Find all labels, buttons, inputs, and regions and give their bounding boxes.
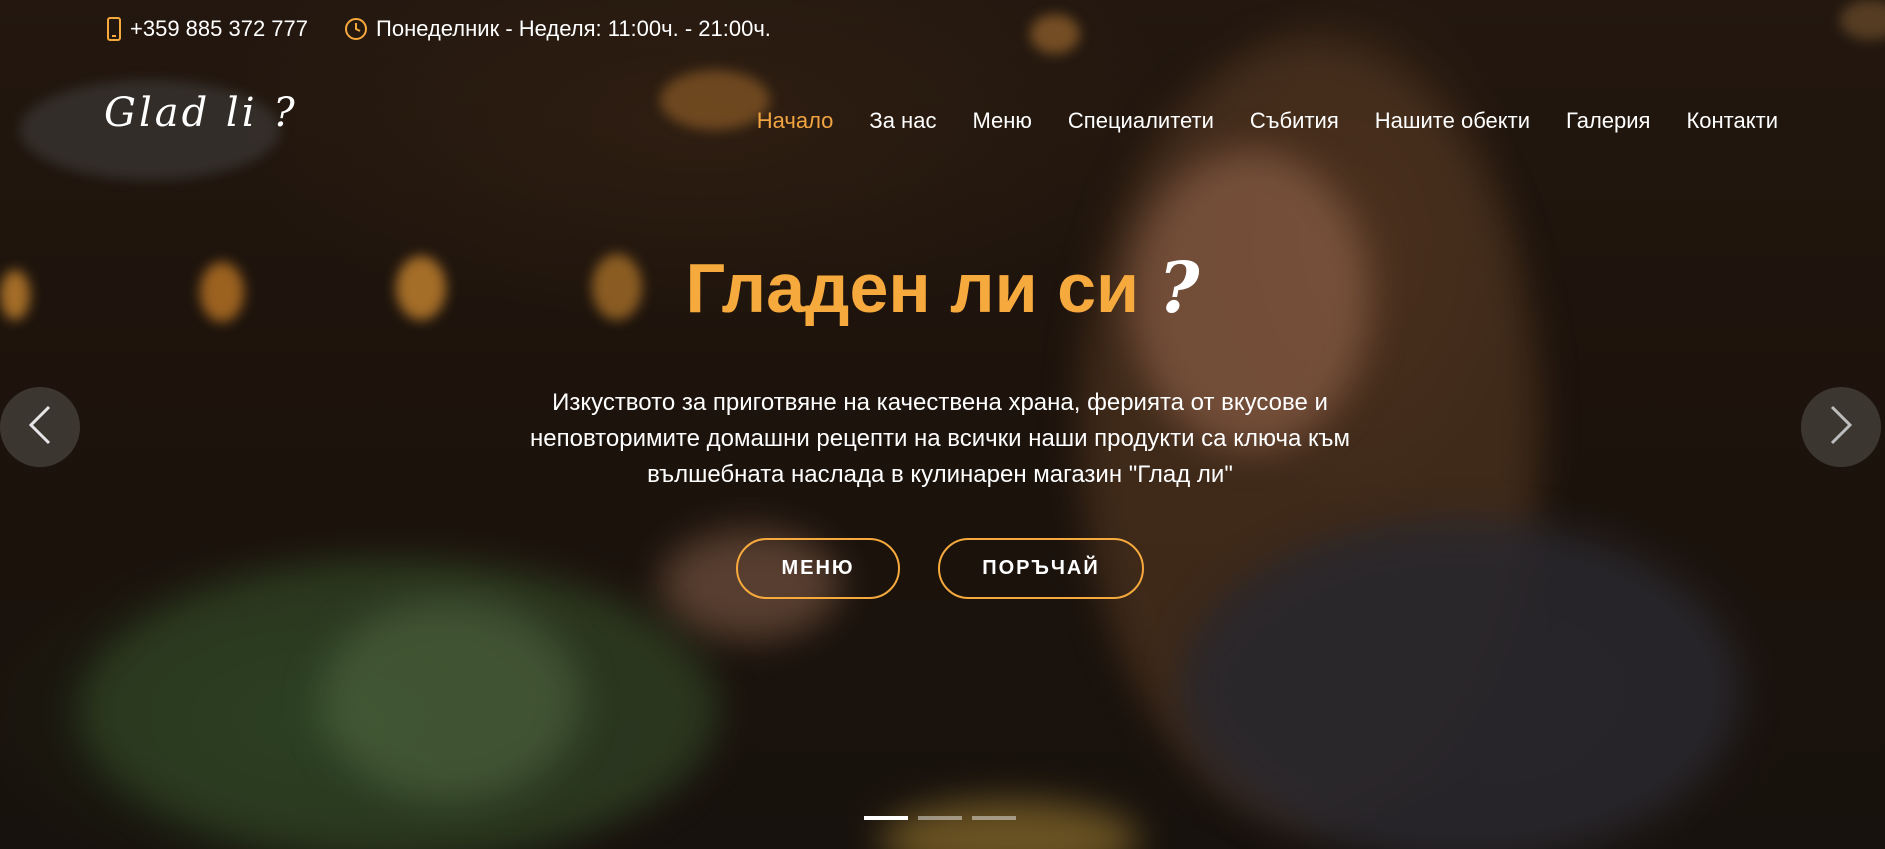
headline-text: Гладен ли си [685, 249, 1140, 327]
menu-button[interactable]: МЕНЮ [736, 538, 900, 599]
clock-icon [344, 17, 368, 41]
phone-contact[interactable]: +359 885 372 777 [106, 16, 308, 42]
carousel-indicator[interactable] [972, 816, 1016, 820]
carousel-indicator[interactable] [864, 816, 908, 820]
nav-link[interactable]: Контакти [1686, 108, 1778, 134]
nav-link[interactable]: Начало [757, 108, 834, 134]
nav-link[interactable]: Меню [972, 108, 1031, 134]
phone-icon [106, 17, 122, 41]
headline-question-mark: ? [1158, 246, 1200, 329]
carousel-indicators [864, 816, 1016, 820]
nav-link[interactable]: За нас [869, 108, 936, 134]
carousel-next-button[interactable] [1801, 387, 1881, 467]
nav-link[interactable]: Галерия [1566, 108, 1650, 134]
carousel-indicator[interactable] [918, 816, 962, 820]
nav-link[interactable]: Нашите обекти [1375, 108, 1530, 134]
logo[interactable]: Glad li ? [104, 90, 298, 136]
nav-link[interactable]: Специалитети [1068, 108, 1214, 134]
nav-link[interactable]: Събития [1250, 108, 1339, 134]
opening-hours: Понеделник - Неделя: 11:00ч. - 21:00ч. [344, 16, 771, 42]
main-nav: Начало За нас Меню Специалитети Събития Нашит… [757, 108, 1778, 134]
hero-lead: Изкуството за приготвяне на качествена х… [530, 389, 1350, 488]
hero-headline: Гладен ли си ? [0, 246, 1885, 329]
chevron-left-icon [27, 403, 53, 452]
carousel-prev-button[interactable] [0, 387, 80, 467]
order-button[interactable]: ПОРЪЧАЙ [938, 538, 1144, 599]
phone-number: +359 885 372 777 [130, 16, 309, 41]
chevron-right-icon [1828, 403, 1854, 452]
topbar: +359 885 372 777 Понеделник - Неделя: 11… [106, 16, 771, 42]
hours-text: Понеделник - Неделя: 11:00ч. - 21:00ч. [376, 16, 771, 41]
